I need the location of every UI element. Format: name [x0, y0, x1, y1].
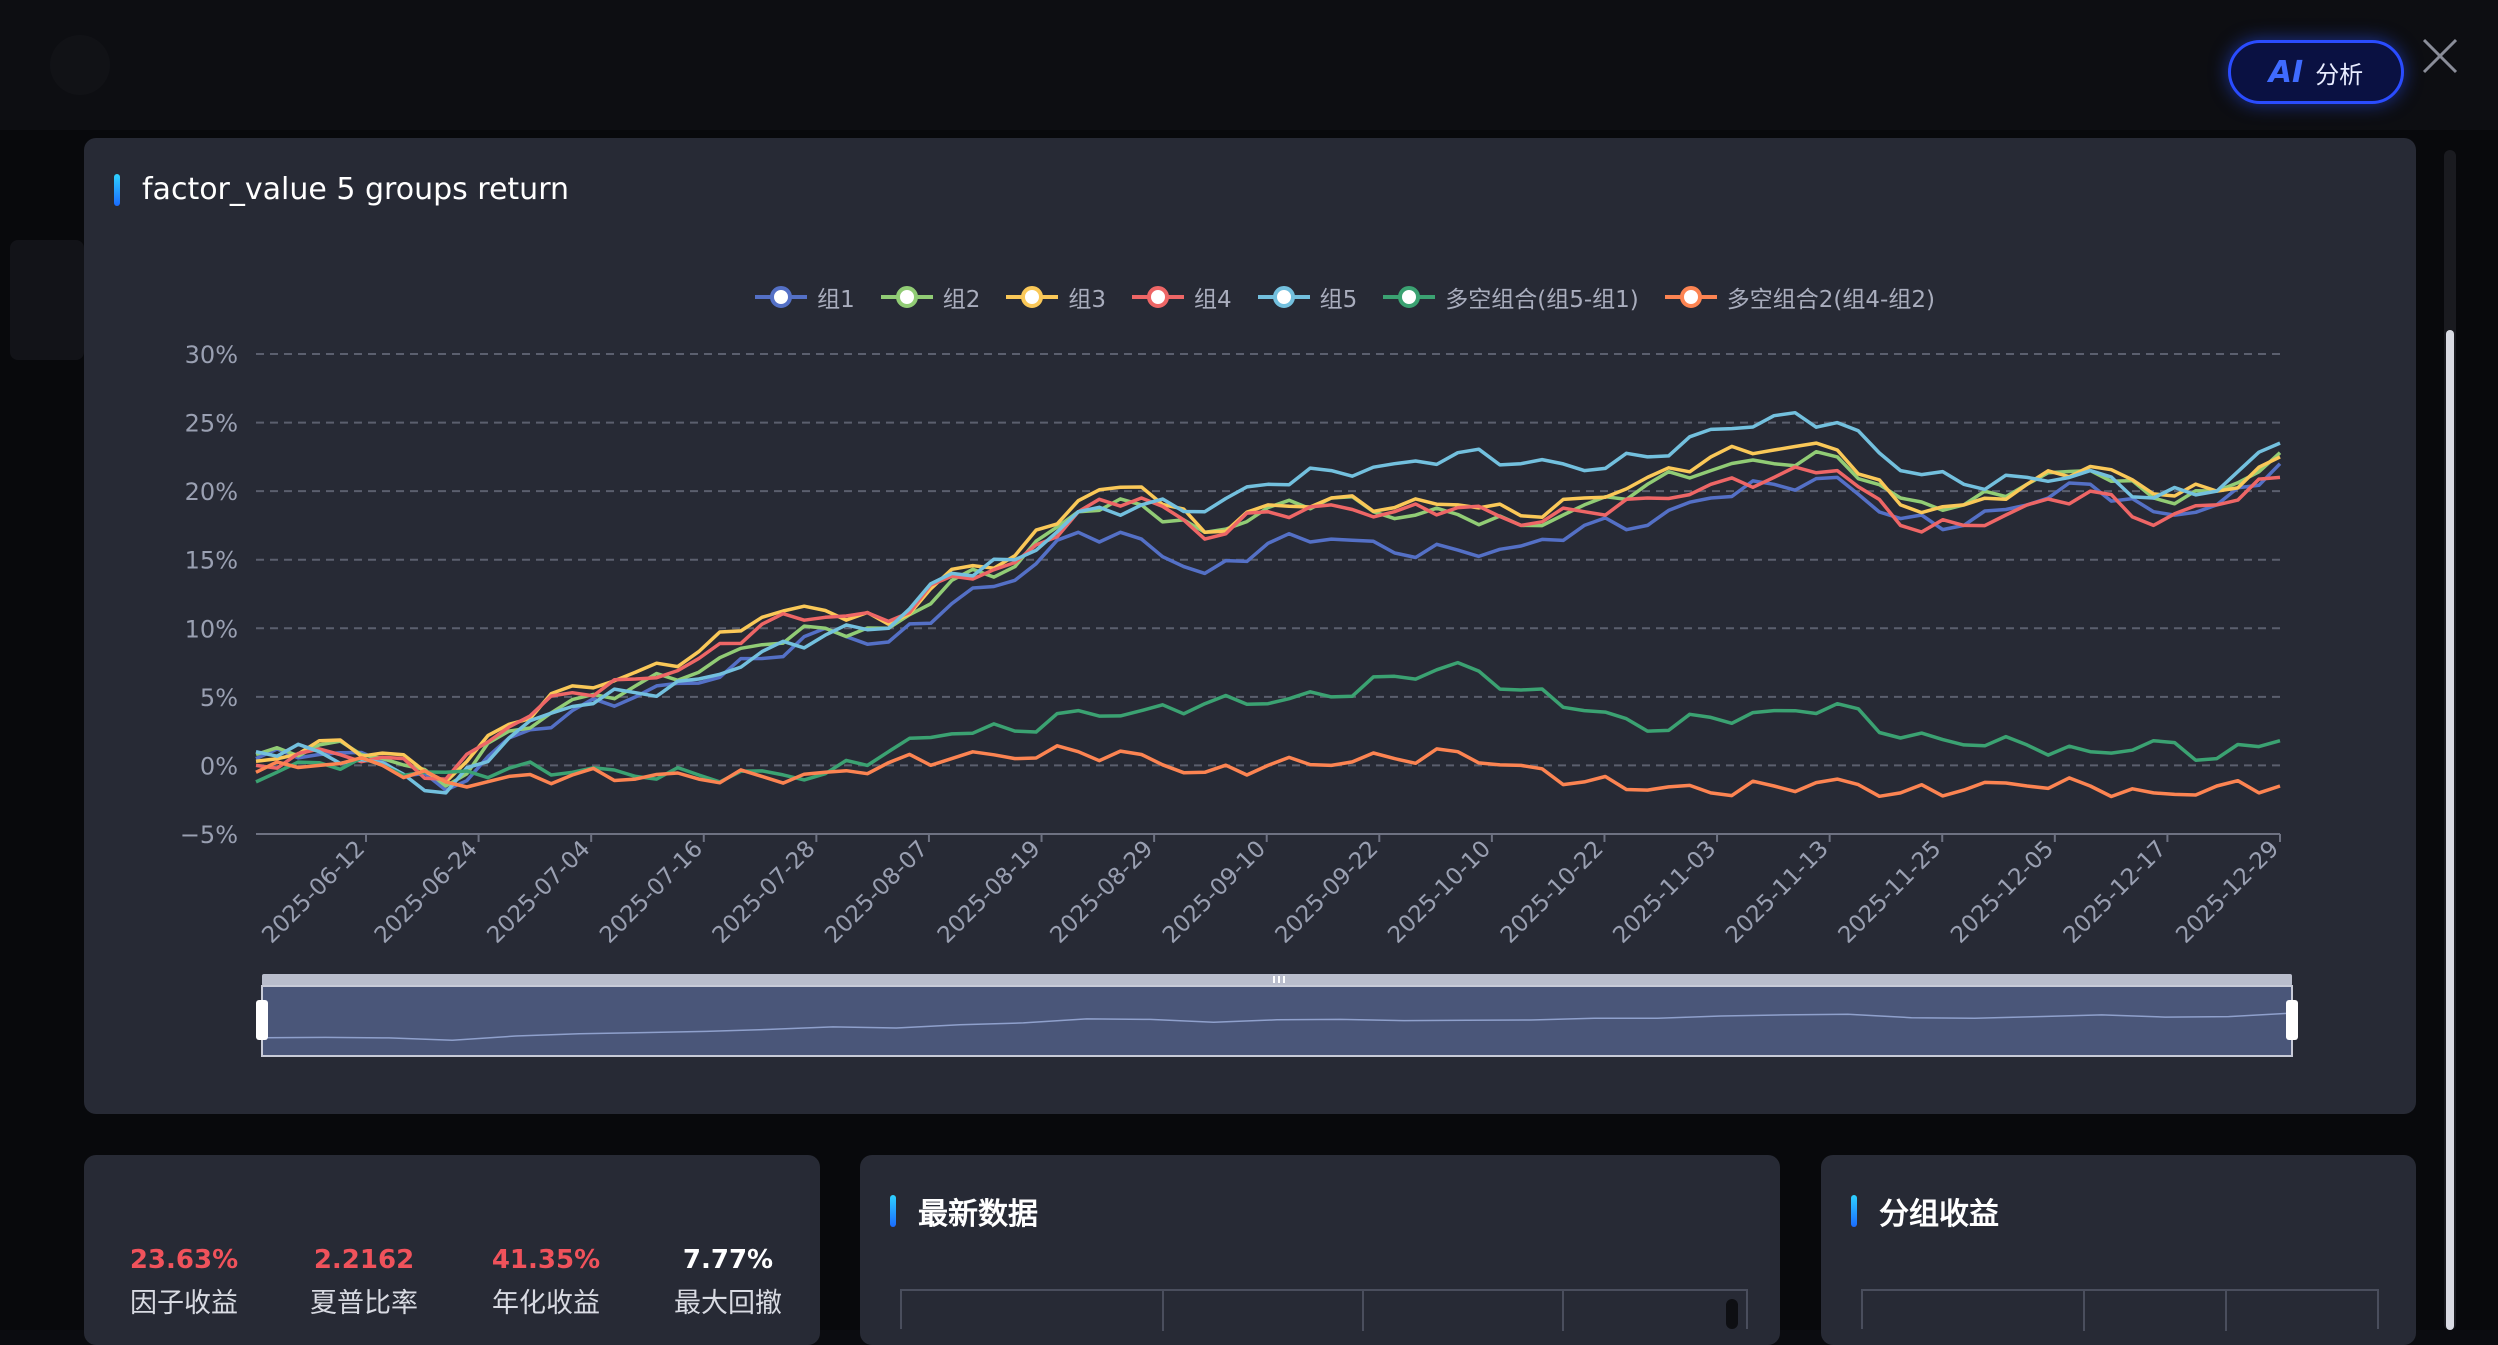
x-tick-label: 2025-11-13: [1721, 836, 1834, 949]
x-tick-label: 2025-12-17: [2059, 836, 2172, 949]
zoom-slider-top-bar: [262, 974, 2292, 986]
y-tick-label: 5%: [200, 684, 238, 712]
y-tick-label: 30%: [185, 341, 238, 369]
zoom-handle-right[interactable]: [2286, 1000, 2298, 1040]
x-tick-label: 2025-11-03: [1608, 836, 1721, 949]
ai-analysis-button[interactable]: AI 分析: [2228, 40, 2404, 104]
x-tick-label: 2025-09-22: [1271, 836, 1384, 949]
background-card: [10, 240, 84, 360]
stat-max-drawdown: 7.77% 最大回撤: [648, 1245, 808, 1320]
modal-scrollbar-thumb[interactable]: [2446, 330, 2454, 1330]
background-nav-bar: [0, 0, 2498, 130]
y-tick-label: 0%: [200, 752, 238, 780]
x-tick-label: 2025-07-16: [595, 836, 708, 949]
stats-panel: 23.63% 因子收益 2.2162 夏普比率 41.35% 年化收益 7.77…: [84, 1155, 820, 1345]
group-return-title: 分组收益: [1879, 1189, 1999, 1233]
stat-value: 23.63%: [104, 1245, 264, 1275]
group-return-table: [1861, 1289, 2379, 1329]
x-tick-label: 2025-06-12: [257, 836, 370, 949]
x-tick-label: 2025-10-22: [1496, 836, 1609, 949]
stat-factor-return: 23.63% 因子收益: [104, 1245, 264, 1320]
latest-data-table: [900, 1289, 1748, 1329]
x-tick-label: 2025-08-19: [933, 836, 1046, 949]
x-tick-label: 2025-12-05: [1946, 836, 2059, 949]
series-line: [256, 443, 2280, 782]
stat-annual-return: 41.35% 年化收益: [466, 1245, 626, 1320]
zoom-handle-left[interactable]: [256, 1000, 268, 1040]
x-tick-label: 2025-10-10: [1383, 836, 1496, 949]
x-tick-label: 2025-06-24: [370, 836, 483, 949]
table-header-cell: [902, 1291, 1164, 1331]
table-header-cell: [1863, 1291, 2085, 1331]
table-header-cell: [1164, 1291, 1364, 1331]
x-tick-label: 2025-09-10: [1158, 836, 1271, 949]
y-tick-label: −5%: [180, 821, 238, 849]
series-line: [256, 413, 2280, 793]
x-tick-label: 2025-08-29: [1045, 836, 1158, 949]
series-line: [256, 467, 2280, 779]
stat-label: 年化收益: [466, 1281, 626, 1320]
latest-data-title: 最新数据: [918, 1189, 1038, 1233]
table-header-cell: [2085, 1291, 2227, 1331]
series-line: [256, 746, 2280, 797]
x-tick-label: 2025-12-29: [2171, 836, 2284, 949]
y-tick-label: 25%: [185, 410, 238, 438]
ai-analysis-label: 分析: [2315, 55, 2363, 90]
y-tick-label: 15%: [185, 547, 238, 575]
stat-label: 夏普比率: [284, 1281, 444, 1320]
ai-icon: AI: [2269, 55, 2303, 90]
background-logo: [50, 35, 110, 95]
table-header-cell: [1364, 1291, 1564, 1331]
close-icon[interactable]: [2418, 34, 2462, 78]
stat-value: 7.77%: [648, 1245, 808, 1275]
title-accent-bar: [890, 1195, 896, 1227]
factor-return-chart-panel: factor_value 5 groups return 组1组2组3组4组5多…: [84, 138, 2416, 1114]
stat-sharpe-ratio: 2.2162 夏普比率: [284, 1245, 444, 1320]
latest-data-panel: 最新数据: [860, 1155, 1780, 1345]
y-tick-label: 20%: [185, 478, 238, 506]
x-tick-label: 2025-08-07: [820, 836, 933, 949]
title-accent-bar: [1851, 1195, 1857, 1227]
x-tick-label: 2025-11-25: [1834, 836, 1947, 949]
stat-label: 最大回撤: [648, 1281, 808, 1320]
stat-value: 2.2162: [284, 1245, 444, 1275]
table-scrollbar[interactable]: [1726, 1299, 1738, 1329]
group-return-panel: 分组收益: [1821, 1155, 2416, 1345]
x-tick-label: 2025-07-28: [708, 836, 821, 949]
stat-label: 因子收益: [104, 1281, 264, 1320]
y-tick-label: 10%: [185, 615, 238, 643]
x-tick-label: 2025-07-04: [483, 836, 596, 949]
stat-value: 41.35%: [466, 1245, 626, 1275]
zoom-slider-window: [262, 986, 2292, 1056]
line-chart[interactable]: 30% 25% 20% 15% 10% 5% 0% −5% 2025-06-122025-06-…: [84, 138, 2416, 1114]
